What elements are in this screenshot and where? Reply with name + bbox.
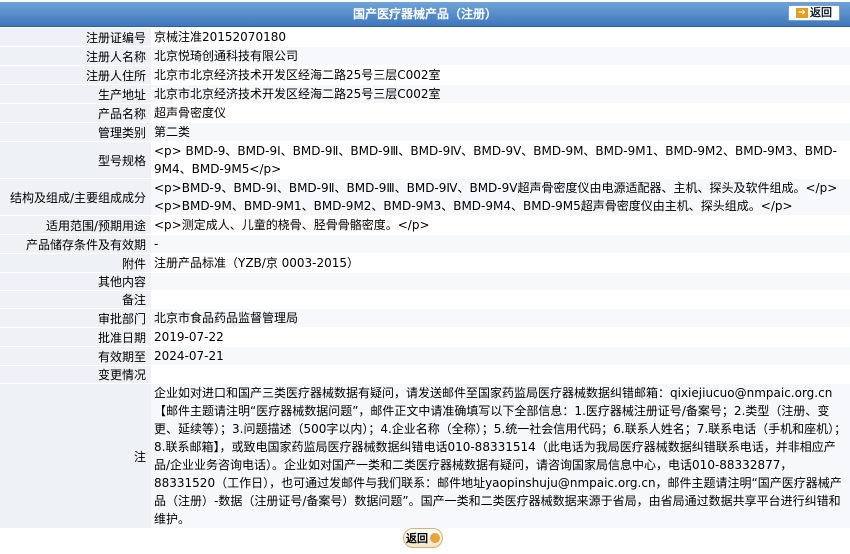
field-label: 产品储存条件及有效期: [0, 234, 151, 254]
page-title: 国产医疗器械产品（注册）: [352, 7, 497, 21]
field-value: 北京市北京经济技术开发区经海二路25号三层C002室: [151, 84, 850, 104]
field-value: 超声骨密度仪: [151, 103, 850, 123]
field-value: [151, 290, 850, 309]
info-table: 注册证编号 京械注准20152070180 注册人名称 北京悦琦创通科技有限公司…: [0, 27, 850, 528]
field-label: 产品名称: [0, 103, 151, 123]
field-label: 适用范围/预期用途: [0, 215, 151, 235]
back-button-bottom[interactable]: 返回: [403, 528, 443, 548]
note-label: 注: [0, 383, 151, 528]
table-row: 其他内容: [0, 272, 850, 291]
table-row: 产品名称 超声骨密度仪: [0, 103, 850, 123]
field-label: 管理类别: [0, 122, 151, 142]
table-row: 有效期至 2024-07-21: [0, 346, 850, 366]
circle-icon: [430, 533, 440, 543]
table-row: 审批部门 北京市食品药品监督管理局: [0, 308, 850, 328]
field-label: 变更情况: [0, 365, 151, 384]
field-value: 第二类: [151, 122, 850, 142]
field-value: 北京市食品药品监督管理局: [151, 308, 850, 328]
back-button-label: 返回: [810, 6, 832, 19]
field-label: 批准日期: [0, 327, 151, 347]
table-row: 生产地址 北京市北京经济技术开发区经海二路25号三层C002室: [0, 84, 850, 104]
table-row: 注册人名称 北京悦琦创通科技有限公司: [0, 46, 850, 66]
field-label: 型号规格: [0, 141, 151, 179]
table-row: 产品储存条件及有效期 -: [0, 234, 850, 254]
field-value: <p> BMD-9、BMD-9Ⅰ、BMD-9Ⅱ、BMD-9Ⅲ、BMD-9Ⅳ、BM…: [151, 141, 850, 179]
table-row: 适用范围/预期用途 <p>测定成人、儿童的桡骨、胫骨骨骼密度。</p>: [0, 215, 850, 235]
table-row: 注册证编号 京械注准20152070180: [0, 27, 850, 47]
field-label: 审批部门: [0, 308, 151, 328]
table-row: 型号规格 <p> BMD-9、BMD-9Ⅰ、BMD-9Ⅱ、BMD-9Ⅲ、BMD-…: [0, 141, 850, 179]
field-label: 结构及组成/主要组成成分: [0, 178, 151, 216]
field-label: 备注: [0, 290, 151, 309]
table-row: 变更情况: [0, 365, 850, 384]
field-value: 京械注准20152070180: [151, 27, 850, 47]
field-label: 其他内容: [0, 272, 151, 291]
table-row: 备注: [0, 290, 850, 309]
field-value: 注册产品标准（YZB/京 0003-2015）: [151, 253, 850, 273]
field-value: -: [151, 234, 850, 254]
table-row: 管理类别 第二类: [0, 122, 850, 142]
field-label: 注册人住所: [0, 65, 151, 85]
note-row: 注 企业如对进口和国产三类医疗器械数据有疑问，请发送邮件至国家药监局医疗器械数据…: [0, 383, 850, 528]
table-row: 附件 注册产品标准（YZB/京 0003-2015）: [0, 253, 850, 273]
field-value: [151, 272, 850, 291]
note-text: 企业如对进口和国产三类医疗器械数据有疑问，请发送邮件至国家药监局医疗器械数据纠错…: [151, 383, 850, 528]
field-label: 生产地址: [0, 84, 151, 104]
arrow-right-icon: ➔: [796, 8, 808, 18]
back-button-bottom-label: 返回: [406, 532, 428, 545]
field-value: 北京市北京经济技术开发区经海二路25号三层C002室: [151, 65, 850, 85]
field-label: 附件: [0, 253, 151, 273]
back-button-top[interactable]: ➔ 返回: [788, 5, 840, 21]
table-row: 结构及组成/主要组成成分 <p>BMD-9、BMD-9Ⅰ、BMD-9Ⅱ、BMD-…: [0, 178, 850, 216]
field-value: [151, 365, 850, 384]
page: 国产医疗器械产品（注册） ➔ 返回 注册证编号 京械注准20152070180 …: [0, 0, 850, 554]
field-value: 北京悦琦创通科技有限公司: [151, 46, 850, 66]
title-bar: 国产医疗器械产品（注册） ➔ 返回: [0, 2, 850, 27]
field-value: 2019-07-22: [151, 327, 850, 347]
field-value: 2024-07-21: [151, 346, 850, 366]
field-label: 注册证编号: [0, 27, 151, 47]
field-label: 有效期至: [0, 346, 151, 366]
field-label: 注册人名称: [0, 46, 151, 66]
table-row: 批准日期 2019-07-22: [0, 327, 850, 347]
table-row: 注册人住所 北京市北京经济技术开发区经海二路25号三层C002室: [0, 65, 850, 85]
field-value: <p>BMD-9、BMD-9Ⅰ、BMD-9Ⅱ、BMD-9Ⅲ、BMD-9Ⅳ、BMD…: [151, 178, 850, 216]
field-value: <p>测定成人、儿童的桡骨、胫骨骨骼密度。</p>: [151, 215, 850, 235]
